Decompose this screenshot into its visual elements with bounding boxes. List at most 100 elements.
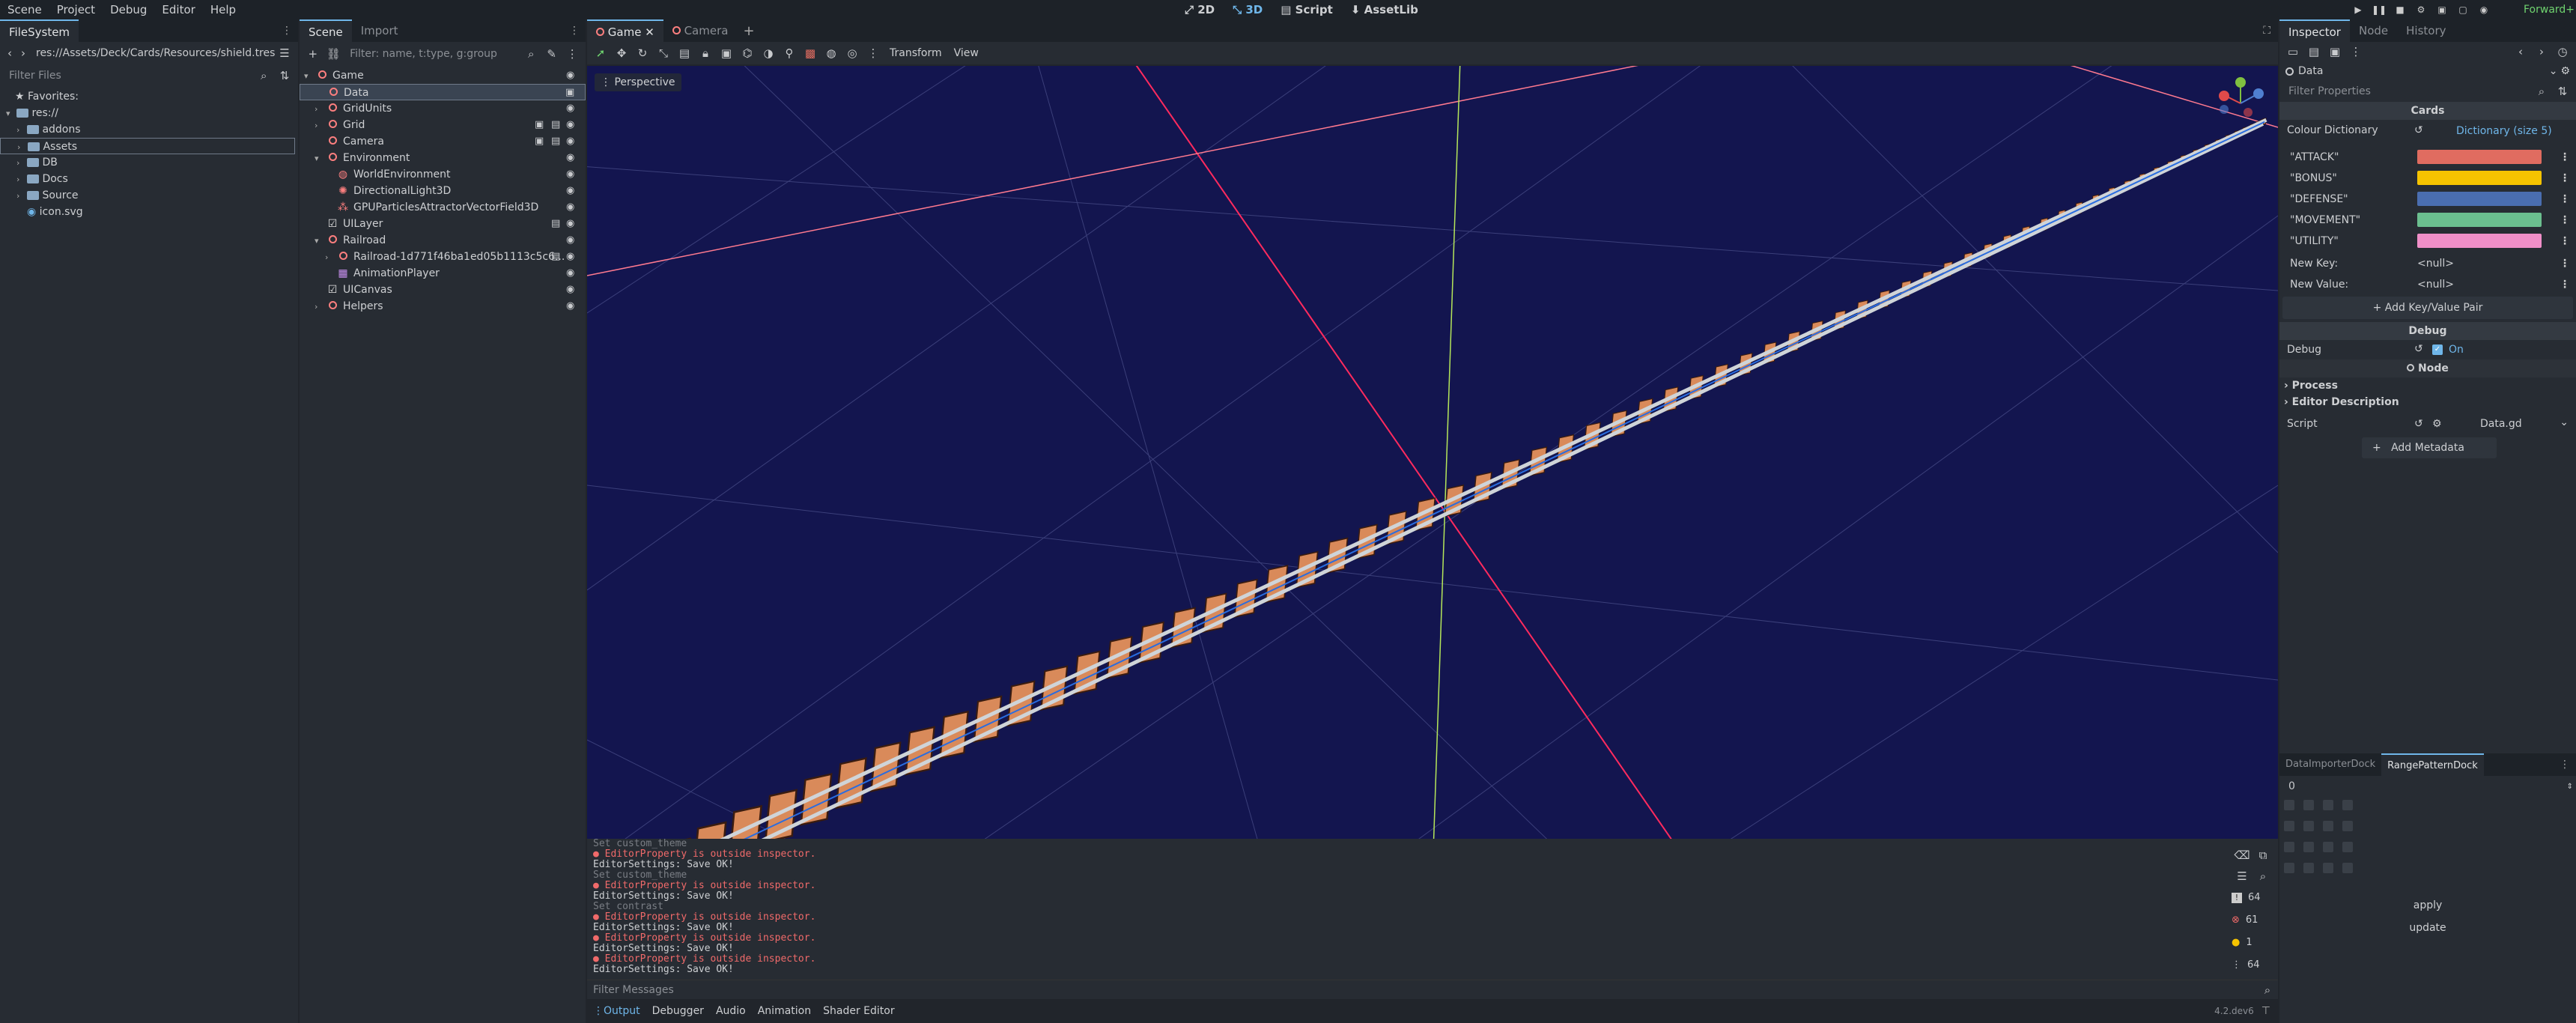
add-scene-tab-icon[interactable]: + [743,23,754,39]
update-button[interactable]: update [2282,917,2573,939]
chevron-down-icon[interactable]: ▾ [315,151,325,167]
clear-output-icon[interactable]: ⌫ [2232,845,2253,866]
menu-dots-icon[interactable]: ⋮ [2560,193,2570,205]
colour-dictionary-value[interactable]: Dictionary (size 5) [2456,120,2552,142]
filter-output-icon[interactable]: ☰ [2232,866,2253,887]
debug-checkbox[interactable]: ✓ [2432,344,2443,355]
view-menu[interactable]: View [948,47,985,59]
message-count-toggle[interactable]: ! 64 [2232,887,2273,909]
visibility-eye-icon[interactable]: ◉ [566,232,580,249]
scene-node-row[interactable]: › Railroad-1d771f46ba1ed05b1113c5c6... ◉ ▤ [300,249,586,265]
color-swatch[interactable] [2417,234,2542,248]
revert-icon[interactable]: ↺ [2414,418,2423,430]
pattern-cell[interactable] [2342,863,2353,873]
chevron-down-icon[interactable]: ▾ [304,68,315,85]
tab-range-pattern[interactable]: RangePatternDock [2381,753,2484,776]
error-count-toggle[interactable]: ⊗ 61 [2232,909,2273,932]
chevron-right-icon[interactable]: › [315,299,325,315]
scene-tab-game[interactable]: Game ✕ [587,19,663,42]
play-scene-icon[interactable]: ▣ [2431,0,2452,19]
visibility-eye-icon[interactable]: ◉ [566,249,580,265]
output-tab[interactable]: ⋮Output [587,1005,646,1017]
res-root-row[interactable]: ▾ res:// [0,105,298,121]
range-spinbox[interactable]: 0 [2282,777,2560,796]
scene-node-row[interactable]: Data ▣ [300,84,586,100]
remote-debug-icon[interactable]: ⚙ [2411,0,2431,19]
open-scene-icon[interactable]: ▤ [551,117,565,133]
scene-node-row[interactable]: Camera ◉ ▤ ▣ [300,133,586,150]
stop-icon[interactable]: ■ [2390,0,2411,19]
tab-scene[interactable]: Scene [300,19,352,42]
menu-editor[interactable]: Editor [154,0,202,19]
copy-output-icon[interactable]: ⧉ [2253,845,2273,866]
play-icon[interactable]: ▶ [2348,0,2369,19]
pattern-cell[interactable] [2342,821,2353,831]
chevron-right-icon[interactable]: › [315,118,325,134]
pattern-cell[interactable] [2284,842,2294,852]
pattern-cell[interactable] [2342,800,2353,810]
script-settings-icon[interactable]: ⚙ [2432,418,2442,430]
chevron-down-icon[interactable]: ▾ [6,106,16,122]
search-output-icon[interactable]: ⌕ [2253,866,2273,887]
open-scene-icon[interactable]: ▤ [551,133,565,150]
screen-assetlib-button[interactable]: ⬇ AssetLib [1342,0,1427,19]
scene-node-row[interactable]: › GridUnits ◉ [300,100,586,117]
folder-row-source[interactable]: › Source [0,187,298,204]
property-sort-icon[interactable]: ⇅ [2552,81,2573,102]
pattern-cell[interactable] [2323,842,2333,852]
local-space-icon[interactable]: ◑ [758,43,779,64]
play-custom-scene-icon[interactable]: ▢ [2452,0,2473,19]
pause-icon[interactable]: ❚❚ [2369,0,2390,19]
favorites-row[interactable]: ★ Favorites: [0,88,298,105]
transform-menu[interactable]: Transform [884,47,948,59]
list-select-icon[interactable]: ▤ [674,43,695,64]
environment-preview-icon[interactable]: ◍ [821,43,842,64]
perspective-button[interactable]: ⋮ Perspective [595,73,681,91]
view-gizmo[interactable] [2211,66,2278,118]
movie-maker-icon[interactable]: ◉ [2473,0,2494,19]
scene-node-row[interactable]: ▾ Game ◉ [300,67,586,84]
revert-icon[interactable]: ↺ [2414,124,2423,136]
chevron-right-icon[interactable]: › [17,139,28,156]
visibility-eye-icon[interactable]: ◉ [566,282,580,298]
section-node[interactable]: Node [2279,359,2576,377]
visibility-eye-icon[interactable]: ◉ [566,298,580,315]
screen-2d-button[interactable]: ⤢ 2D [1176,0,1224,19]
resource-menu-icon[interactable]: ⋮ [2345,41,2366,62]
process-group[interactable]: › Process [2279,377,2576,394]
add-metadata-button[interactable]: + Add Metadata [2362,437,2497,458]
color-swatch[interactable] [2417,150,2542,164]
visibility-eye-icon[interactable]: ◉ [566,117,580,133]
pattern-cell[interactable] [2303,821,2314,831]
visibility-eye-icon[interactable]: ◉ [566,166,580,183]
object-history-icon[interactable]: ◷ [2552,41,2573,62]
screen-script-button[interactable]: ▤ Script [1272,0,1342,19]
dock-menu-icon[interactable]: ⋮ [282,25,292,37]
new-resource-icon[interactable]: ▭ [2282,41,2303,62]
menu-dots-icon[interactable]: ⋮ [2560,235,2570,247]
history-back-icon[interactable]: ‹ [2510,41,2531,62]
visibility-eye-icon[interactable]: ◉ [566,67,580,84]
globe-icon[interactable]: ◎ [842,43,863,64]
pattern-cell[interactable] [2323,863,2333,873]
section-cards[interactable]: Cards [2279,102,2576,120]
scene-node-row[interactable]: ✺ DirectionalLight3D ◉ [300,183,586,199]
apply-button[interactable]: apply [2282,894,2573,917]
scene-node-row[interactable]: › Helpers ◉ [300,298,586,315]
folder-row-docs[interactable]: › Docs [0,171,298,187]
info-count-toggle[interactable]: ⋮ 64 [2232,954,2273,977]
scene-filter-input[interactable]: Filter: name, t:type, g:group [344,44,520,64]
chevron-right-icon[interactable]: › [16,188,27,204]
tab-inspector[interactable]: Inspector [2279,19,2350,42]
skeleton-icon[interactable]: ⌬ [737,43,758,64]
pattern-cell[interactable] [2303,800,2314,810]
chevron-right-icon[interactable]: › [325,249,335,266]
dock-menu-icon[interactable]: ⋮ [2560,759,2570,771]
tab-history[interactable]: History [2397,19,2455,42]
shader-editor-tab[interactable]: Shader Editor [817,1005,900,1017]
object-tools-icon[interactable]: ⚙ [2560,65,2570,77]
chevron-right-icon[interactable]: › [315,101,325,118]
tab-import[interactable]: Import [352,19,407,42]
pattern-cell[interactable] [2284,821,2294,831]
visibility-eye-icon[interactable]: ◉ [566,216,580,232]
